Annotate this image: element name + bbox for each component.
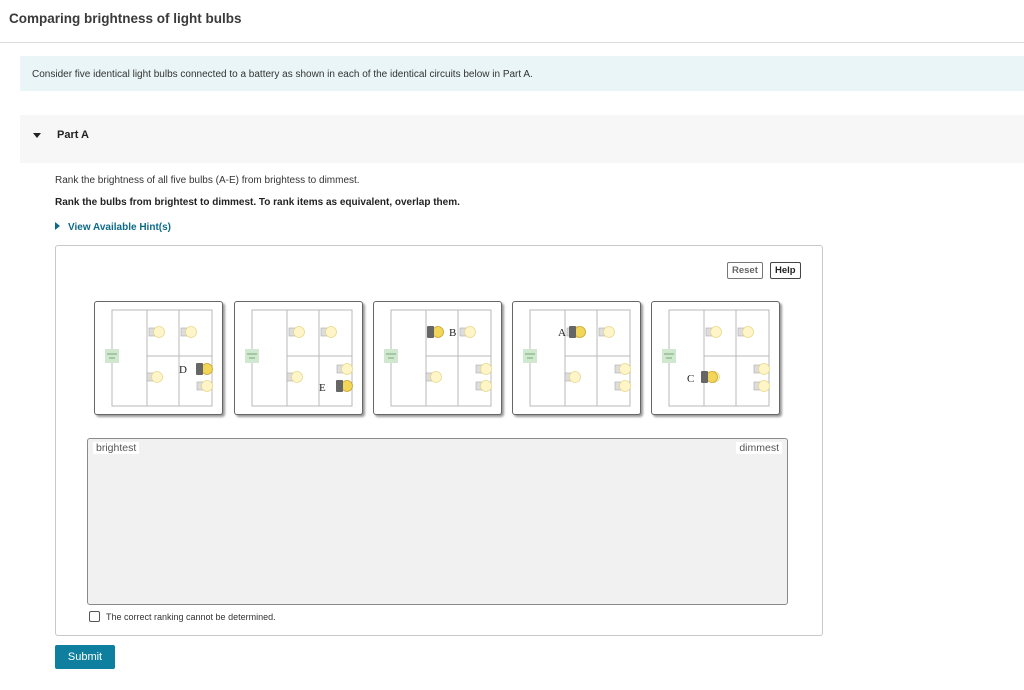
ranking-tile-c[interactable]: C [651, 301, 780, 415]
header-divider [0, 42, 1024, 43]
battery-icon [523, 349, 537, 363]
bulb-icon [427, 326, 444, 338]
circuit-diagram: C [662, 309, 770, 407]
battery-icon [662, 349, 676, 363]
bulb-icon [425, 371, 442, 383]
ranking-drop-zone[interactable]: brightest dimmest [87, 438, 788, 605]
bulb-icon [701, 371, 718, 383]
ranking-tile-a[interactable]: A [512, 301, 641, 415]
battery-icon [384, 349, 398, 363]
ranking-tile-d[interactable]: D [94, 301, 223, 415]
bulb-icon [180, 326, 197, 338]
bulb-icon [286, 371, 303, 383]
cannot-determine-label: The correct ranking cannot be determined… [106, 612, 276, 622]
circuit-diagram: A [523, 309, 631, 407]
bulb-icon [564, 371, 581, 383]
part-a-header[interactable]: Part A [20, 115, 1024, 163]
bulb-icon [148, 326, 165, 338]
bulb-label: A [558, 327, 566, 339]
bulb-label: C [687, 373, 694, 385]
circuit-diagram: E [245, 309, 353, 407]
bulb-icon [196, 380, 213, 392]
instruction-text: Rank the bulbs from brightest to dimmest… [55, 197, 460, 208]
bulb-icon [569, 326, 586, 338]
cannot-determine-checkbox[interactable] [89, 611, 100, 622]
ranking-tile-b[interactable]: B [373, 301, 502, 415]
question-text: Rank the brightness of all five bulbs (A… [55, 175, 360, 186]
ranking-tile-e[interactable]: E [234, 301, 363, 415]
bulb-icon [737, 326, 754, 338]
ranking-panel: Reset Help D E B A C brightest dimmest T… [55, 245, 823, 636]
view-hints-link[interactable]: View Available Hint(s) [55, 222, 171, 233]
reset-button[interactable]: Reset [727, 262, 763, 279]
bulb-icon [288, 326, 305, 338]
dimmest-label: dimmest [736, 442, 782, 454]
bulb-label: E [319, 382, 326, 394]
bulb-label: D [179, 364, 187, 376]
page-title: Comparing brightness of light bulbs [9, 11, 242, 26]
circuit-diagram: B [384, 309, 492, 407]
bulb-icon [336, 363, 353, 375]
bulb-label: B [449, 327, 456, 339]
bulb-icon [614, 380, 631, 392]
bulb-icon [459, 326, 476, 338]
expand-triangle-icon [55, 222, 60, 230]
submit-button[interactable]: Submit [55, 645, 115, 669]
circuit-diagram: D [105, 309, 213, 407]
bulb-icon [753, 363, 770, 375]
bulb-icon [475, 380, 492, 392]
view-hints-label: View Available Hint(s) [68, 222, 171, 233]
intro-text: Consider five identical light bulbs conn… [20, 56, 1024, 91]
bulb-icon [598, 326, 615, 338]
battery-icon [105, 349, 119, 363]
collapse-caret-icon[interactable] [33, 133, 41, 138]
part-title: Part A [57, 129, 89, 141]
bulb-icon [614, 363, 631, 375]
bulb-icon [705, 326, 722, 338]
brightest-label: brightest [93, 442, 140, 454]
bulb-icon [196, 363, 213, 375]
battery-icon [245, 349, 259, 363]
help-button[interactable]: Help [770, 262, 801, 279]
bulb-icon [320, 326, 337, 338]
bulb-icon [146, 371, 163, 383]
bulb-icon [336, 380, 353, 392]
bulb-icon [753, 380, 770, 392]
bulb-icon [475, 363, 492, 375]
